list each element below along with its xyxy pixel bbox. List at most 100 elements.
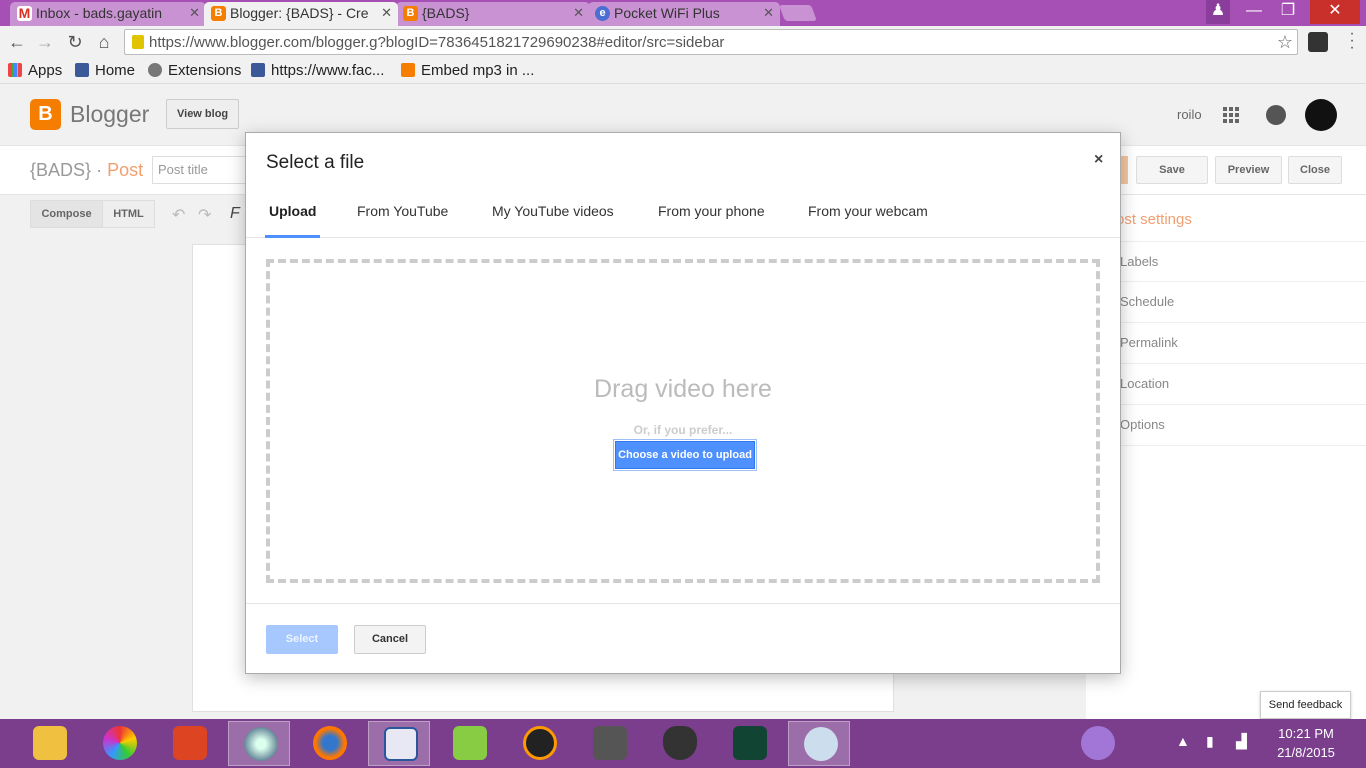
browser-tab-strip: M Inbox - bads.gayatin ✕ B Blogger: {BAD…: [0, 0, 1366, 26]
tab-my-youtube-videos[interactable]: My YouTube videos: [492, 203, 614, 238]
bookmark-apps[interactable]: Apps: [8, 62, 62, 79]
tab-title: Blogger: {BADS} - Cre: [230, 5, 369, 21]
address-bar[interactable]: ☆: [124, 29, 1298, 55]
cancel-button[interactable]: Cancel: [354, 625, 426, 654]
tab-title: Inbox - bads.gayatin: [36, 5, 163, 21]
redo-icon[interactable]: ↷: [198, 205, 211, 225]
select-file-dialog: Select a file × Upload From YouTube My Y…: [245, 132, 1121, 674]
window-close-icon[interactable]: ✕: [1310, 0, 1360, 24]
tab-upload[interactable]: Upload: [265, 203, 321, 238]
chrome-menu-icon[interactable]: · · ·: [1342, 26, 1362, 56]
save-button[interactable]: Save: [1136, 156, 1208, 184]
close-icon[interactable]: ✕: [763, 2, 774, 24]
tab-title: Pocket WiFi Plus: [614, 5, 720, 21]
settings-item-labels[interactable]: Labels: [1086, 241, 1366, 282]
clock-time: 10:21 PM: [1278, 726, 1334, 741]
taskbar-word[interactable]: [368, 721, 430, 766]
apps-grid-icon: [8, 63, 22, 77]
post-title-input[interactable]: Post title: [152, 156, 252, 184]
new-tab-button[interactable]: [779, 5, 817, 21]
preview-button[interactable]: Preview: [1215, 156, 1282, 184]
reload-icon[interactable]: ↻: [63, 30, 87, 54]
extension-icon[interactable]: [1308, 32, 1328, 52]
tab-pocket-wifi[interactable]: e Pocket WiFi Plus ✕: [588, 2, 780, 26]
tab-from-your-phone[interactable]: From your phone: [658, 203, 765, 238]
clock-date: 21/8/2015: [1277, 745, 1335, 760]
avatar[interactable]: [1305, 99, 1337, 131]
or-prefer-text: Or, if you prefer...: [633, 423, 733, 437]
select-button[interactable]: Select: [266, 625, 338, 654]
taskbar-game-1[interactable]: [648, 721, 710, 766]
taskbar-hotspot[interactable]: [1066, 721, 1128, 766]
blog-breadcrumb: {BADS} · Post: [30, 160, 144, 180]
send-feedback-button[interactable]: Send feedback: [1260, 691, 1351, 719]
battery-icon[interactable]: ▮: [1206, 733, 1214, 750]
forward-arrow-icon[interactable]: →: [33, 30, 57, 54]
font-icon[interactable]: F: [230, 205, 240, 223]
video-dropzone[interactable]: Drag video here Or, if you prefer... Cho…: [266, 259, 1100, 583]
taskbar-photos[interactable]: [88, 721, 150, 766]
publish-button[interactable]: [1121, 156, 1128, 184]
taskbar-file-explorer[interactable]: [18, 721, 80, 766]
tab-from-youtube[interactable]: From YouTube: [357, 203, 448, 238]
tab-from-your-webcam[interactable]: From your webcam: [808, 203, 928, 238]
blogger-logo-icon[interactable]: B: [30, 99, 61, 130]
google-apps-icon[interactable]: [1223, 107, 1239, 123]
bookmark-home[interactable]: Home: [75, 62, 135, 79]
tray-chevron-up-icon[interactable]: ▲: [1176, 733, 1190, 749]
maximize-icon[interactable]: ❐: [1266, 0, 1310, 24]
settings-item-schedule[interactable]: Schedule: [1086, 282, 1366, 323]
tab-gmail-inbox[interactable]: M Inbox - bads.gayatin ✕: [10, 2, 206, 26]
tab-bads[interactable]: B {BADS} ✕: [396, 2, 590, 26]
taskbar-game-4[interactable]: [718, 721, 780, 766]
taskbar-sniper-game[interactable]: [578, 721, 640, 766]
taskbar-media-player[interactable]: [158, 721, 220, 766]
taskbar-chrome[interactable]: [228, 721, 290, 766]
tab-blogger-create[interactable]: B Blogger: {BADS} - Cre ✕: [204, 2, 398, 26]
choose-video-button[interactable]: Choose a video to upload: [613, 439, 757, 471]
bookmark-star-icon[interactable]: ☆: [1277, 30, 1293, 54]
settings-item-location[interactable]: Location: [1086, 364, 1366, 405]
close-icon[interactable]: ✕: [573, 2, 584, 24]
notifications-bell-icon[interactable]: [1266, 105, 1286, 125]
back-arrow-icon[interactable]: ←: [5, 30, 29, 54]
palette-icon: [804, 727, 838, 761]
dialog-close-icon[interactable]: ×: [1094, 151, 1103, 169]
post-settings-panel: ost settings Labels Schedule Permalink L…: [1086, 195, 1366, 719]
flower-icon: [103, 726, 137, 760]
taskbar-paint[interactable]: [788, 721, 850, 766]
close-icon[interactable]: ✕: [189, 2, 200, 24]
taskbar-aimp[interactable]: [508, 721, 570, 766]
target-icon: [173, 726, 207, 760]
home-icon[interactable]: ⌂: [92, 30, 116, 54]
network-signal-icon[interactable]: ▟: [1236, 733, 1247, 750]
hotspot-h-icon: [1081, 726, 1115, 760]
username[interactable]: roilo: [1177, 107, 1202, 122]
tab-title: {BADS}: [422, 5, 470, 21]
bookmark-extensions[interactable]: Extensions: [148, 62, 241, 79]
profile-icon[interactable]: ♟: [1206, 0, 1230, 24]
blogger-icon: B: [211, 6, 226, 21]
taskbar-notepad[interactable]: [438, 721, 500, 766]
dialog-title: Select a file: [266, 152, 365, 173]
folder-icon: [33, 726, 67, 760]
blogger-icon: B: [403, 6, 418, 21]
close-button[interactable]: Close: [1288, 156, 1342, 184]
settings-item-options[interactable]: Options: [1086, 405, 1366, 446]
url-input[interactable]: [149, 32, 1269, 52]
blogger-icon: [401, 63, 415, 77]
gmail-icon: M: [17, 5, 32, 21]
close-icon[interactable]: ✕: [381, 2, 392, 24]
settings-item-permalink[interactable]: Permalink: [1086, 323, 1366, 364]
globe-icon: e: [595, 6, 610, 21]
html-tab[interactable]: HTML: [102, 200, 155, 228]
compose-tab[interactable]: Compose: [30, 200, 103, 228]
drag-video-text: Drag video here: [594, 375, 772, 403]
bookmark-embed-mp3[interactable]: Embed mp3 in ...: [401, 62, 534, 79]
bookmark-facebook[interactable]: https://www.fac...: [251, 62, 384, 79]
blogger-wordmark[interactable]: Blogger: [70, 101, 149, 128]
taskbar-firefox[interactable]: [298, 721, 360, 766]
undo-icon[interactable]: ↶: [172, 205, 185, 225]
system-clock[interactable]: 10:21 PM 21/8/2015: [1268, 724, 1344, 762]
view-blog-button[interactable]: View blog: [166, 99, 240, 129]
